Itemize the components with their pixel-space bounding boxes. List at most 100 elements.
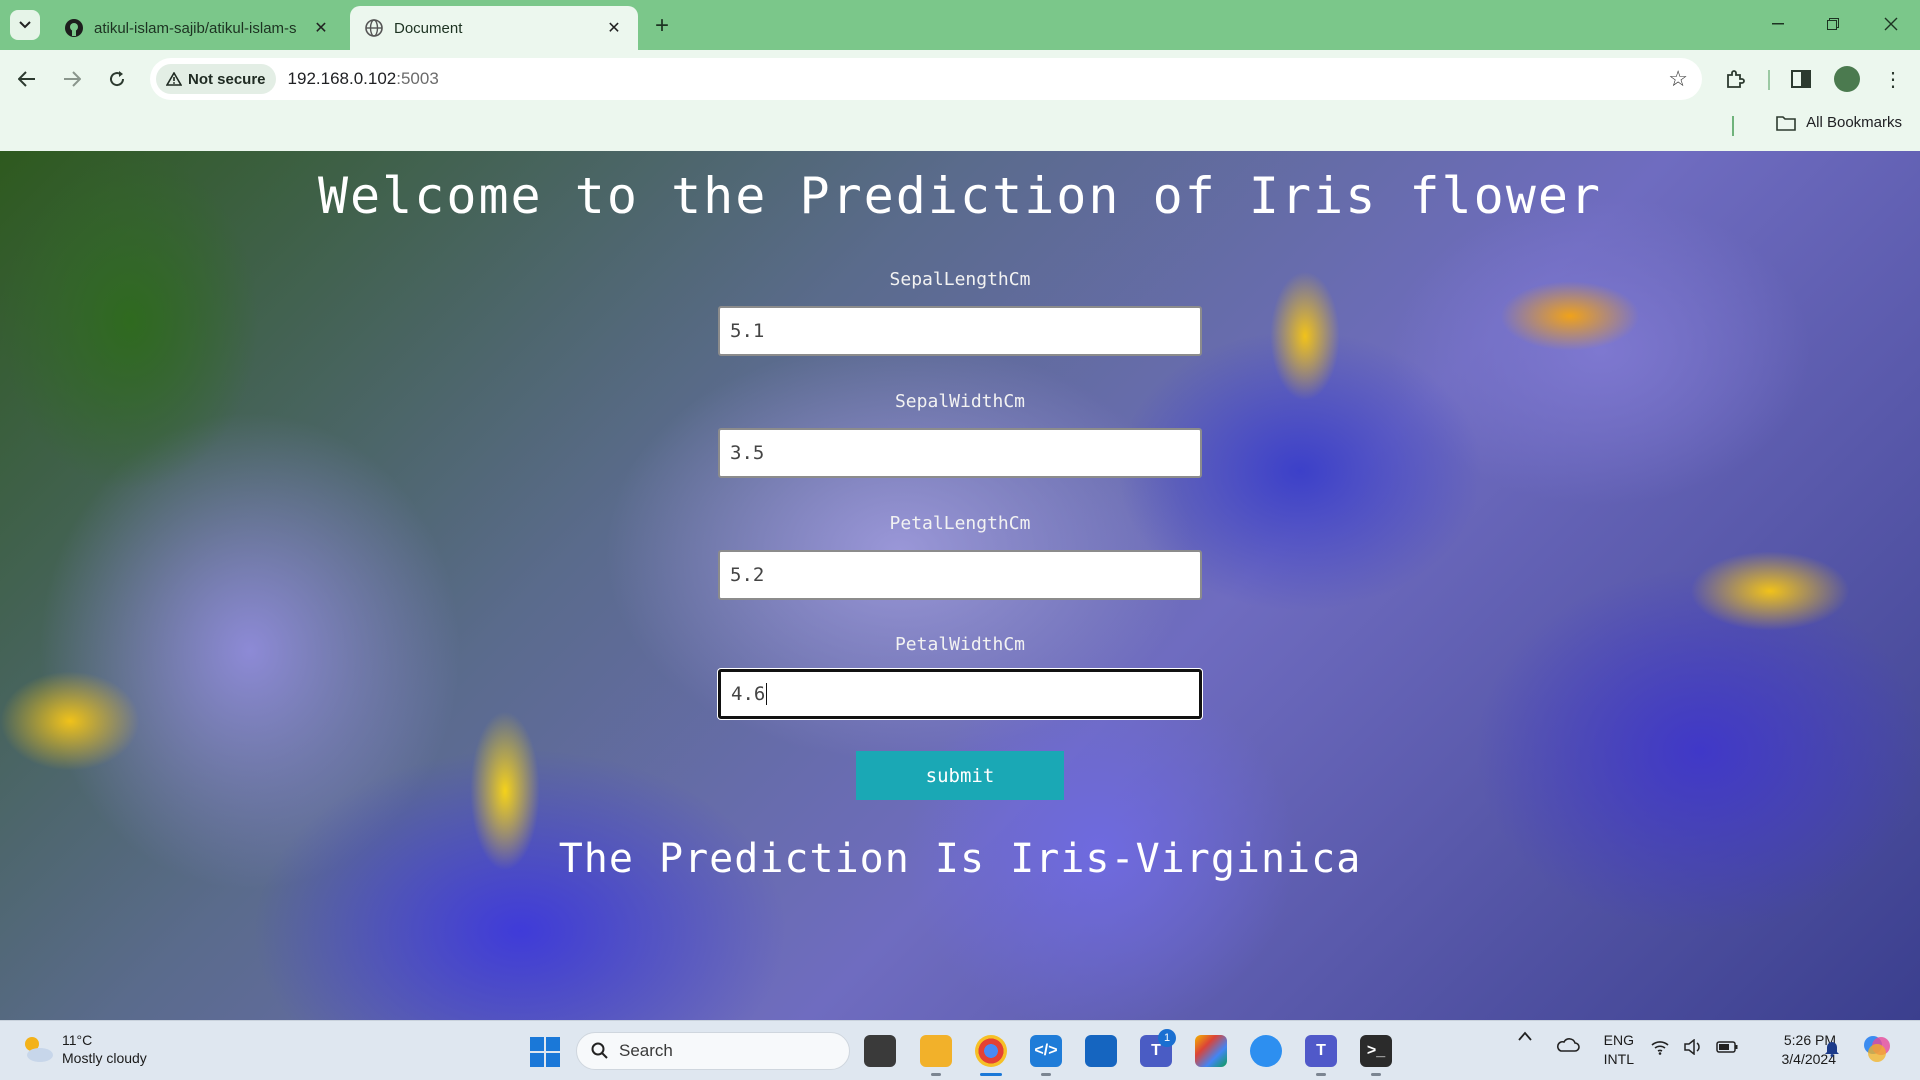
github-icon [64,18,84,38]
side-panel-icon[interactable] [1784,62,1818,96]
minimize-icon [1772,23,1784,25]
tab-github[interactable]: atikul-islam-sajib/atikul-islam-s ✕ [50,6,345,50]
notification-badge: 1 [1158,1029,1176,1047]
browser-tabstrip: atikul-islam-sajib/atikul-islam-s ✕ Docu… [0,0,1920,50]
avatar [1834,66,1860,92]
toolbar-divider [1768,70,1770,90]
reload-button[interactable] [100,62,134,96]
tab-document[interactable]: Document ✕ [350,6,638,50]
tab-search-button[interactable] [10,10,40,40]
vscode-icon[interactable]: </> [1030,1035,1062,1067]
iris-accent [1690,551,1850,631]
arrow-left-icon [18,71,35,87]
search-placeholder: Search [619,1041,673,1060]
partly-cloudy-icon [20,1034,54,1064]
task-view-icon[interactable] [864,1035,896,1067]
onedrive-icon[interactable] [1556,1037,1580,1053]
system-tray-status[interactable] [1650,1039,1738,1055]
warning-icon [166,72,182,86]
sepal-length-input[interactable]: 5.1 [718,306,1202,356]
tab-title: Document [394,19,463,37]
page-title: Welcome to the Prediction of Iris flower [317,167,1603,225]
bookmarks-label: All Bookmarks [1806,114,1902,131]
bookmarks-divider [1732,116,1734,136]
url-port: :5003 [396,69,439,88]
battery-icon [1716,1041,1738,1053]
restore-icon [1827,18,1839,30]
text-caret [766,683,768,705]
profile-avatar[interactable] [1830,62,1864,96]
restore-button[interactable] [1810,8,1856,40]
active-indicator [980,1073,1002,1076]
store-icon[interactable] [1085,1035,1117,1067]
sepal-width-label: SepalWidthCm [894,391,1026,412]
page-viewport: Welcome to the Prediction of Iris flower… [0,151,1920,1020]
tray-overflow-icon[interactable] [1518,1031,1532,1041]
bookmark-star-icon[interactable]: ☆ [1668,66,1688,92]
taskbar: 11°C Mostly cloudy Search </> T 1 T >_ E… [0,1020,1920,1080]
copilot-icon[interactable] [1862,1034,1892,1064]
petal-length-label: PetalLengthCm [889,513,1031,534]
globe-icon [364,18,384,38]
taskbar-search[interactable]: Search [576,1032,850,1070]
iris-accent [0,671,140,771]
close-icon [1884,17,1898,31]
reload-icon [110,71,125,87]
more-menu-icon[interactable]: ⋮ [1876,62,1910,96]
windows-logo-pane [530,1037,544,1051]
language-code: ENG [1603,1032,1634,1048]
windows-logo-pane [546,1053,560,1067]
browser-toolbar: Not secure 192.168.0.102:5003 ☆ ⋮ All Bo… [0,50,1920,158]
sepal-width-input[interactable]: 3.5 [718,428,1202,478]
petal-width-value: 4.6 [731,683,766,705]
weather-widget[interactable]: 11°C Mostly cloudy [20,1031,147,1067]
petal-width-input[interactable]: 4.6 [718,669,1202,719]
language-indicator[interactable]: ENG INTL [1604,1031,1634,1069]
chevron-down-icon [19,21,31,29]
sepal-length-label: SepalLengthCm [889,269,1031,290]
teams-classic-icon[interactable]: T [1305,1035,1337,1067]
windows-logo-pane [546,1037,560,1051]
arrow-right-icon [64,71,81,87]
security-chip[interactable]: Not secure [156,64,276,94]
prediction-result: The Prediction Is Iris-Virginica [558,836,1362,882]
search-icon [591,1042,608,1059]
weather-temp: 11°C [62,1032,93,1048]
address-bar[interactable]: Not secure 192.168.0.102:5003 ☆ [150,58,1702,100]
start-button[interactable] [530,1037,560,1067]
running-indicator [931,1073,941,1076]
close-icon[interactable]: ✕ [311,18,331,38]
terminal-icon[interactable]: >_ [1360,1035,1392,1067]
close-icon[interactable]: ✕ [604,18,624,38]
folder-icon [1776,115,1796,131]
url-host: 192.168.0.102 [287,69,397,88]
volume-icon [1684,1039,1700,1055]
minimize-button[interactable] [1755,8,1801,40]
running-indicator [1316,1073,1326,1076]
running-indicator [1041,1073,1051,1076]
file-explorer-icon[interactable] [920,1035,952,1067]
back-button[interactable] [10,62,44,96]
weather-desc: Mostly cloudy [62,1050,147,1066]
notifications-bell-icon[interactable] [1824,1039,1840,1057]
chrome-icon[interactable] [975,1035,1007,1067]
keyboard-layout: INTL [1603,1051,1634,1067]
petal-width-label: PetalWidthCm [894,634,1026,655]
window-close-button[interactable] [1868,8,1914,40]
tab-title: atikul-islam-sajib/atikul-islam-s [94,19,297,37]
submit-button[interactable]: submit [856,751,1064,800]
extensions-icon[interactable] [1718,62,1752,96]
iris-accent [1500,281,1640,351]
photos-icon[interactable] [1195,1035,1227,1067]
petal-length-input[interactable]: 5.2 [718,550,1202,600]
security-label: Not secure [188,70,266,88]
new-tab-button[interactable]: + [648,12,676,40]
all-bookmarks-button[interactable]: All Bookmarks [1776,114,1902,131]
url-text: 192.168.0.102:5003 [288,69,439,89]
wifi-icon [1651,1041,1669,1055]
running-indicator [1371,1073,1381,1076]
windows-logo-pane [530,1053,544,1067]
docker-icon[interactable] [1250,1035,1282,1067]
iris-accent [1270,271,1340,401]
forward-button[interactable] [55,62,89,96]
